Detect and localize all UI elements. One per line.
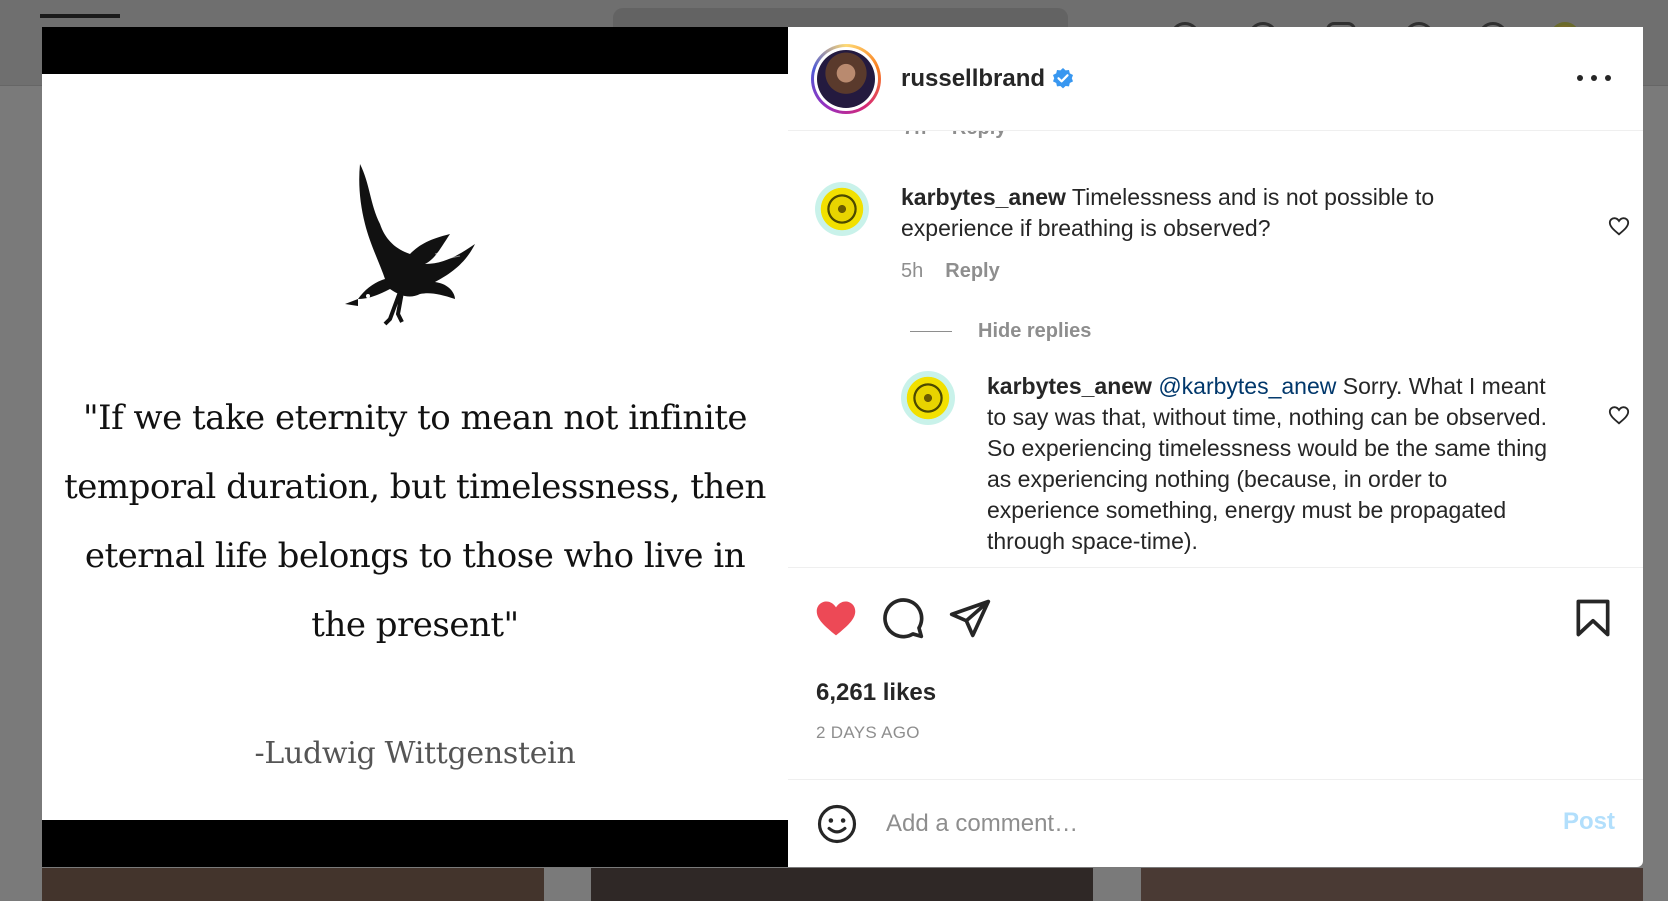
post-header: russellbrand (788, 27, 1643, 131)
post-side-panel: russellbrand 7h Reply karbytes_anew Time… (788, 27, 1643, 867)
comment-bubble-icon[interactable] (881, 596, 925, 640)
verified-badge-icon (1053, 67, 1074, 88)
comment-username[interactable]: karbytes_anew (901, 184, 1066, 210)
hide-replies-line (910, 331, 952, 332)
comment-input[interactable] (886, 809, 1486, 838)
reply-item: karbytes_anew @karbytes_anew Sorry. What… (901, 371, 1547, 557)
partial-comment-meta: 7h Reply (903, 131, 1006, 140)
commenter-avatar[interactable] (815, 182, 869, 236)
reply-avatar[interactable] (901, 371, 955, 425)
post-media: "If we take eternity to mean not infinit… (42, 27, 788, 867)
reply-text: Sorry. What I meant to say was that, wit… (987, 373, 1547, 554)
post-comment-button[interactable]: Post (1563, 808, 1615, 836)
author-avatar[interactable] (811, 43, 881, 114)
quote-author: -Ludwig Wittgenstein (254, 736, 576, 771)
post-modal: "If we take eternity to mean not infinit… (42, 27, 1643, 867)
author-username[interactable]: russellbrand (901, 65, 1045, 93)
comment-like-heart-icon[interactable] (1608, 215, 1630, 237)
hide-replies-button[interactable]: Hide replies (910, 320, 1091, 343)
background-grid-thumbnail (591, 868, 1093, 901)
background-grid-thumbnail (1141, 868, 1643, 901)
bookmark-icon[interactable] (1571, 596, 1615, 640)
likes-count[interactable]: 6,261 likes (788, 679, 1643, 723)
comment-meta: 5h Reply (901, 256, 1501, 287)
reply-button[interactable]: Reply (945, 256, 999, 287)
reply-username[interactable]: karbytes_anew (987, 373, 1152, 399)
background-grid-thumbnail (42, 868, 544, 901)
post-timestamp[interactable]: 2 DAYS AGO (788, 723, 1643, 779)
reply-mention[interactable]: @karbytes_anew (1158, 373, 1336, 399)
heart-filled-icon[interactable] (814, 596, 858, 640)
quote-text: "If we take eternity to mean not infinit… (64, 398, 766, 645)
add-comment-bar: Post (788, 779, 1643, 867)
author-avatar-photo (817, 49, 875, 108)
post-actions-bar (788, 567, 1643, 679)
comment-item: karbytes_anew Timelessness and is not po… (815, 182, 1501, 287)
comments-list[interactable]: 7h Reply karbytes_anew Timelessness and … (788, 131, 1643, 567)
post-image[interactable]: "If we take eternity to mean not infinit… (42, 74, 788, 820)
more-options-icon[interactable] (1577, 63, 1611, 93)
raven-illustration (345, 164, 475, 326)
comment-time: 5h (901, 260, 924, 282)
paper-plane-icon[interactable] (948, 596, 992, 640)
reply-like-heart-icon[interactable] (1608, 404, 1630, 426)
emoji-icon[interactable] (816, 803, 858, 845)
